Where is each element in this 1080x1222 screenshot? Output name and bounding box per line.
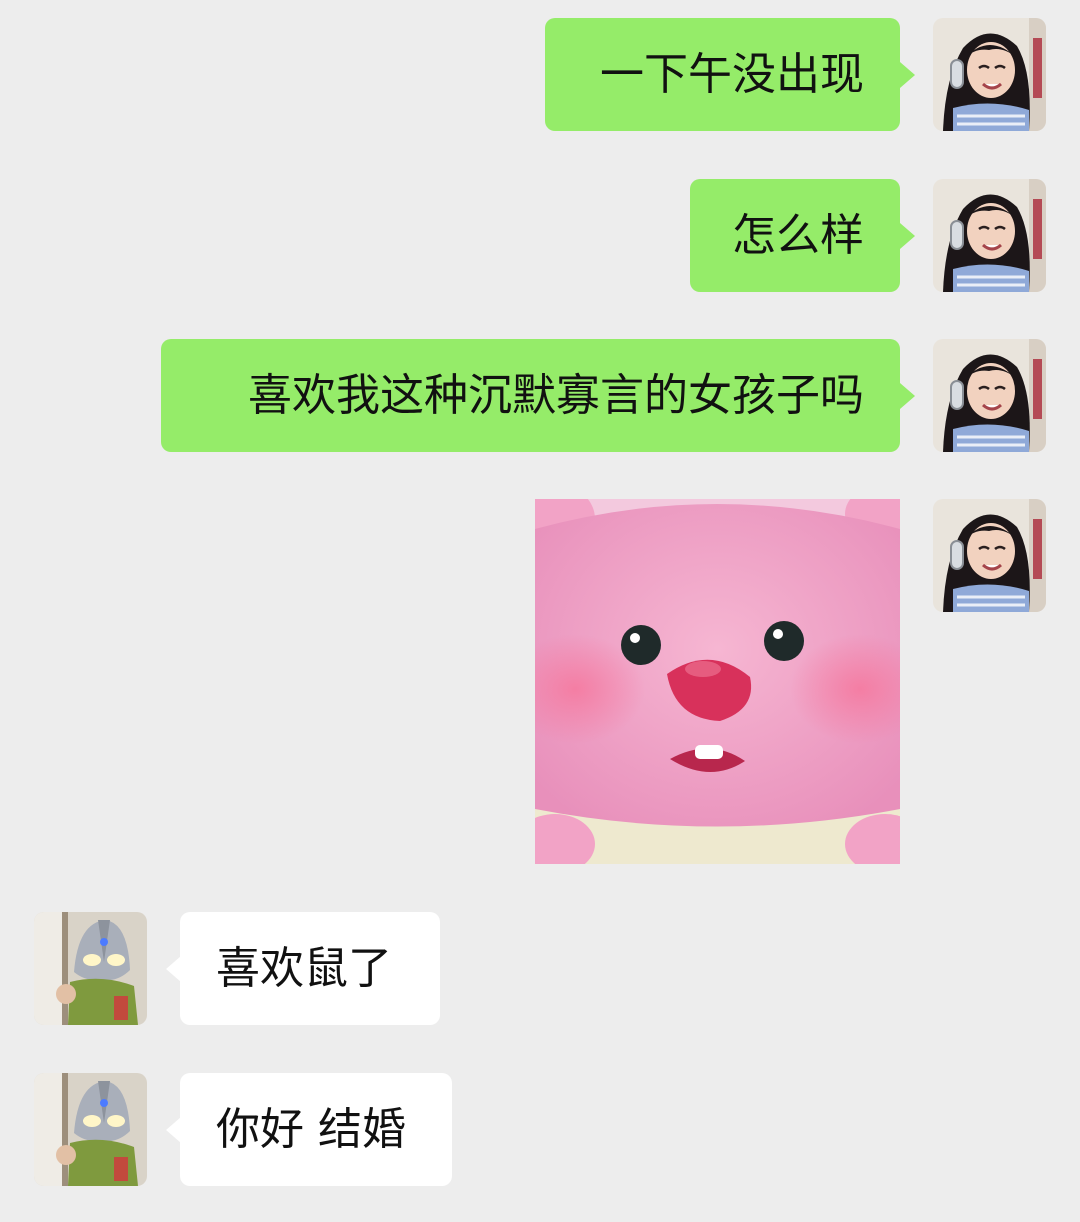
message-text: 喜欢我这种沉默寡言的女孩子吗 — [248, 370, 864, 421]
message-text: 喜欢鼠了 — [216, 943, 392, 994]
bubble-tail-icon — [166, 1117, 181, 1143]
bubble-tail-icon — [900, 223, 915, 249]
message-text: 一下午没出现 — [600, 49, 864, 100]
my-avatar[interactable] — [933, 499, 1046, 612]
my-message-bubble[interactable]: 怎么样 — [690, 179, 900, 292]
girl-with-headphones-icon — [933, 179, 1046, 292]
message-row: 喜欢我这种沉默寡言的女孩子吗 — [0, 339, 1080, 452]
my-avatar[interactable] — [933, 179, 1046, 292]
bubble-tail-icon — [900, 383, 915, 409]
message-row: 你好 结婚 — [0, 1073, 1080, 1186]
their-message-bubble[interactable]: 你好 结婚 — [180, 1073, 452, 1186]
girl-with-headphones-icon — [933, 499, 1046, 612]
bubble-tail-icon — [166, 956, 181, 982]
my-avatar[interactable] — [933, 18, 1046, 131]
message-text: 你好 结婚 — [216, 1104, 406, 1155]
pink-beaver-sticker[interactable] — [535, 499, 900, 864]
message-text: 怎么样 — [732, 210, 864, 261]
ultraman-mask-icon — [34, 912, 147, 1025]
girl-with-headphones-icon — [933, 18, 1046, 131]
my-message-bubble[interactable]: 喜欢我这种沉默寡言的女孩子吗 — [161, 339, 900, 452]
bubble-tail-icon — [900, 62, 915, 88]
their-avatar[interactable] — [34, 1073, 147, 1186]
message-row: 喜欢鼠了 — [0, 912, 1080, 1025]
my-avatar[interactable] — [933, 339, 1046, 452]
their-avatar[interactable] — [34, 912, 147, 1025]
their-message-bubble[interactable]: 喜欢鼠了 — [180, 912, 440, 1025]
pink-beaver-icon — [535, 499, 900, 864]
ultraman-mask-icon — [34, 1073, 147, 1186]
my-message-bubble[interactable]: 一下午没出现 — [545, 18, 900, 131]
girl-with-headphones-icon — [933, 339, 1046, 452]
message-row: 怎么样 — [0, 179, 1080, 292]
message-row: 一下午没出现 — [0, 18, 1080, 131]
